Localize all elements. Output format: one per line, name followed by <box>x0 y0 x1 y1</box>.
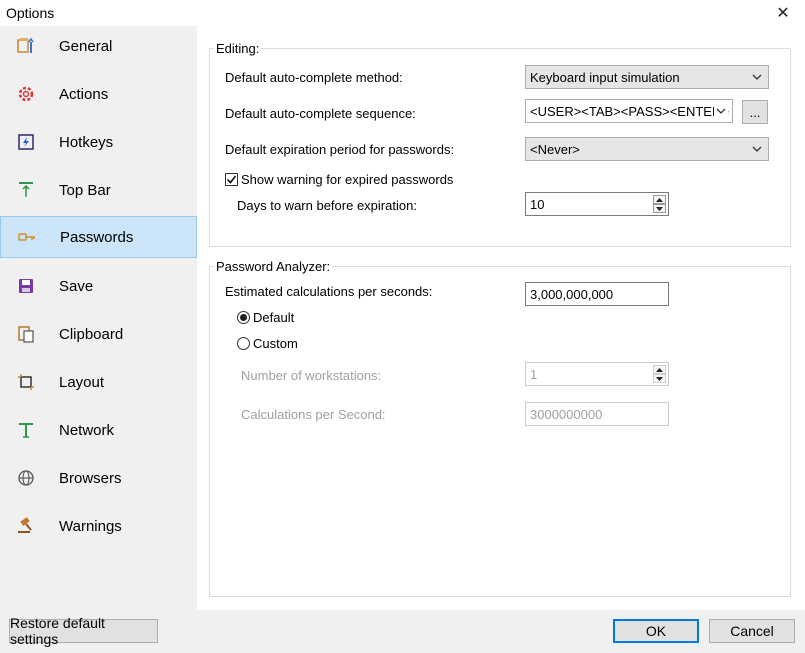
spin-down-icon[interactable] <box>653 374 666 383</box>
sidebar-item-layout[interactable]: Layout <box>0 362 197 402</box>
chevron-down-icon <box>714 103 728 119</box>
days-warn-label: Days to warn before expiration: <box>237 198 417 213</box>
restore-defaults-button[interactable]: Restore default settings <box>9 615 158 647</box>
actions-gear-icon <box>16 84 36 104</box>
sidebar-item-label: Actions <box>59 85 109 103</box>
password-analyzer-group-title: Password Analyzer: <box>214 259 333 274</box>
sidebar-item-save[interactable]: Save <box>0 266 197 306</box>
default-radio-label: Default <box>253 310 295 325</box>
general-icon <box>16 36 36 56</box>
chevron-down-icon <box>750 69 764 85</box>
chevron-down-icon <box>750 141 764 157</box>
sidebar-item-warnings[interactable]: Warnings <box>0 506 197 546</box>
autocomplete-method-value: Keyboard input simulation <box>530 69 680 85</box>
sidebar-item-top-bar[interactable]: Top Bar <box>0 170 197 210</box>
sequence-edit-button[interactable]: ... <box>742 100 768 124</box>
passwords-key-icon <box>17 227 37 247</box>
calc-per-second-input[interactable]: 3000000000 <box>525 402 669 426</box>
sidebar-item-general[interactable]: General <box>0 26 197 66</box>
expiration-label: Default expiration period for passwords: <box>225 142 455 157</box>
calc-per-second-value: 3000000000 <box>530 406 603 422</box>
days-warn-value: 10 <box>530 196 545 212</box>
sidebar-item-label: Hotkeys <box>59 133 114 151</box>
show-warning-label: Show warning for expired passwords <box>241 172 454 187</box>
passwords-settings-panel: Editing: Default auto-complete method: K… <box>197 26 805 610</box>
close-button[interactable]: ✕ <box>761 0 805 26</box>
calc-per-seconds-label: Estimated calculations per seconds: <box>225 284 433 299</box>
workstations-value: 1 <box>530 366 538 382</box>
sidebar-item-passwords[interactable]: Passwords <box>0 216 197 258</box>
sidebar-item-label: Layout <box>59 373 105 391</box>
sidebar-item-actions[interactable]: Actions <box>0 74 197 114</box>
globe-icon <box>16 468 36 488</box>
sidebar-item-label: General <box>59 37 113 55</box>
close-icon: ✕ <box>776 5 790 22</box>
sidebar-item-network[interactable]: Network <box>0 410 197 450</box>
window-title: Options <box>6 5 55 21</box>
save-floppy-icon <box>16 276 36 296</box>
editing-group-title: Editing: <box>214 41 262 56</box>
cancel-button[interactable]: Cancel <box>709 619 795 643</box>
title-bar: Options ✕ <box>0 0 805 26</box>
sidebar-item-label: Browsers <box>59 469 122 487</box>
days-warn-spinner[interactable] <box>653 195 666 213</box>
sidebar-item-clipboard[interactable]: Clipboard <box>0 314 197 354</box>
autocomplete-sequence-value: <USER><TAB><PASS><ENTER> <box>530 103 729 119</box>
sidebar-item-label: Clipboard <box>59 325 124 343</box>
show-warning-checkbox[interactable] <box>225 173 238 186</box>
sidebar-item-label: Network <box>59 421 115 439</box>
days-warn-spinbox[interactable]: 10 <box>525 192 669 216</box>
password-analyzer-group <box>209 266 791 597</box>
autocomplete-sequence-label: Default auto-complete sequence: <box>225 106 416 121</box>
autocomplete-method-label: Default auto-complete method: <box>225 70 403 85</box>
calc-per-seconds-input[interactable]: 3,000,000,000 <box>525 282 669 306</box>
sidebar-item-hotkeys[interactable]: Hotkeys <box>0 122 197 162</box>
sidebar-item-label: Passwords <box>60 228 134 246</box>
spin-up-icon[interactable] <box>653 365 666 374</box>
expiration-value: <Never> <box>530 141 580 157</box>
expiration-select[interactable]: <Never> <box>525 137 769 161</box>
sidebar: General Actions Hotkeys Top Bar Password… <box>0 26 197 612</box>
radio-selected-dot <box>240 314 247 321</box>
workstations-spinbox[interactable]: 1 <box>525 362 669 386</box>
clipboard-icon <box>16 324 36 344</box>
spin-down-icon[interactable] <box>653 204 666 213</box>
calc-per-second-label: Calculations per Second: <box>241 407 386 422</box>
hotkeys-icon <box>16 132 36 152</box>
custom-radio-label: Custom <box>253 336 298 351</box>
custom-radio[interactable] <box>237 337 250 350</box>
network-icon <box>16 420 36 440</box>
autocomplete-sequence-combo[interactable]: <USER><TAB><PASS><ENTER> <box>525 99 733 123</box>
autocomplete-method-select[interactable]: Keyboard input simulation <box>525 65 769 89</box>
default-radio[interactable] <box>237 311 250 324</box>
sidebar-item-browsers[interactable]: Browsers <box>0 458 197 498</box>
spin-up-icon[interactable] <box>653 195 666 204</box>
layout-icon <box>16 372 36 392</box>
top-bar-icon <box>16 180 36 200</box>
sidebar-item-label: Save <box>59 277 94 295</box>
gavel-icon <box>16 516 36 536</box>
sidebar-item-label: Warnings <box>59 517 122 535</box>
workstations-label: Number of workstations: <box>241 368 382 383</box>
calc-per-seconds-value: 3,000,000,000 <box>530 286 614 302</box>
workstations-spinner[interactable] <box>653 365 666 383</box>
ok-button[interactable]: OK <box>613 619 699 643</box>
sidebar-item-label: Top Bar <box>59 181 111 199</box>
